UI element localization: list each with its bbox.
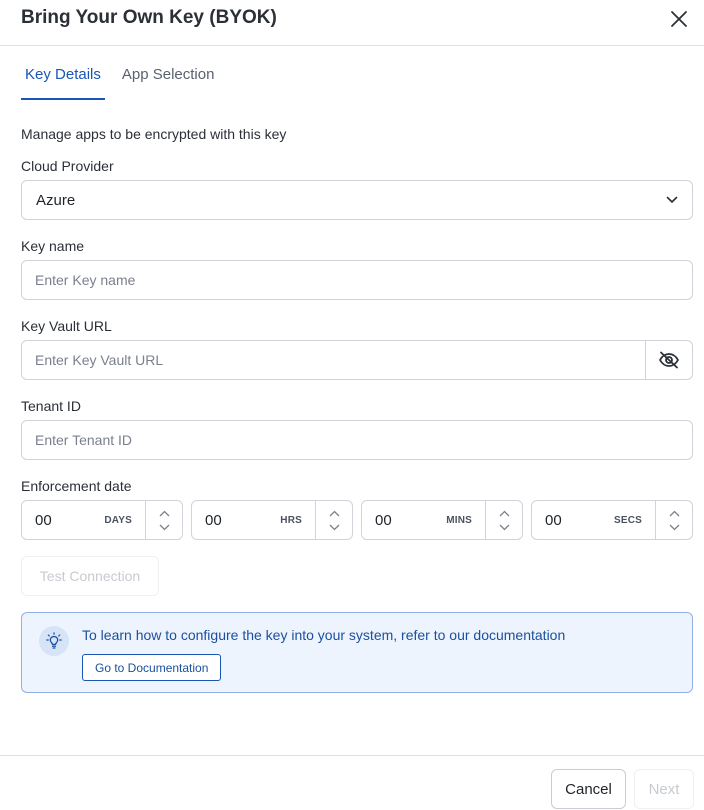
lightbulb-icon-wrap: [39, 626, 69, 656]
chevron-down-icon: [669, 524, 679, 530]
decrement-button[interactable]: [669, 522, 680, 532]
seconds-stepper[interactable]: 00 SECS: [531, 500, 693, 540]
key-vault-url-input[interactable]: [22, 341, 645, 379]
cloud-provider-select[interactable]: Azure: [21, 180, 693, 220]
stepper-arrows: [485, 501, 522, 539]
close-button[interactable]: [668, 8, 690, 30]
decrement-button[interactable]: [159, 522, 170, 532]
stepper-value[interactable]: 00: [362, 512, 446, 529]
stepper-unit: SECS: [613, 514, 642, 526]
key-vault-url-field: [21, 340, 693, 380]
decrement-button[interactable]: [499, 522, 510, 532]
stepper-value[interactable]: 00: [532, 512, 614, 529]
cloud-provider-label: Cloud Provider: [21, 158, 114, 174]
chevron-up-icon: [499, 510, 509, 516]
stepper-value[interactable]: 00: [22, 512, 104, 529]
chevron-down-icon: [666, 196, 678, 203]
stepper-arrows: [315, 501, 352, 539]
enforcement-date-fields: 00 DAYS 00 HRS 00 MINS 00 SECS: [21, 500, 693, 540]
chevron-down-icon: [499, 524, 509, 530]
test-connection-button[interactable]: Test Connection: [21, 556, 159, 596]
tab-bar: Key Details App Selection: [21, 58, 231, 100]
cancel-button[interactable]: Cancel: [551, 769, 626, 809]
cloud-provider-value: Azure: [36, 191, 76, 209]
hours-stepper[interactable]: 00 HRS: [191, 500, 353, 540]
form-description: Manage apps to be encrypted with this ke…: [21, 126, 287, 142]
chevron-up-icon: [669, 510, 679, 516]
callout-text: To learn how to configure the key into y…: [82, 627, 566, 643]
increment-button[interactable]: [669, 508, 680, 518]
increment-button[interactable]: [329, 508, 340, 518]
key-vault-url-label: Key Vault URL: [21, 318, 112, 334]
next-button[interactable]: Next: [634, 769, 694, 809]
tab-app-selection[interactable]: App Selection: [118, 58, 219, 100]
lightbulb-icon: [46, 632, 62, 649]
documentation-callout: To learn how to configure the key into y…: [21, 612, 693, 693]
toggle-visibility-button[interactable]: [645, 341, 692, 379]
stepper-unit: DAYS: [104, 514, 132, 526]
stepper-value[interactable]: 00: [192, 512, 280, 529]
eye-off-icon: [659, 351, 679, 369]
increment-button[interactable]: [499, 508, 510, 518]
go-to-documentation-button[interactable]: Go to Documentation: [82, 654, 222, 681]
stepper-unit: MINS: [446, 514, 472, 526]
decrement-button[interactable]: [329, 522, 340, 532]
increment-button[interactable]: [159, 508, 170, 518]
tenant-id-label: Tenant ID: [21, 398, 81, 414]
stepper-arrows: [145, 501, 182, 539]
stepper-arrows: [655, 501, 692, 539]
chevron-down-icon: [159, 524, 169, 530]
tab-key-details[interactable]: Key Details: [21, 58, 105, 100]
minutes-stepper[interactable]: 00 MINS: [361, 500, 523, 540]
chevron-up-icon: [159, 510, 169, 516]
tenant-id-input[interactable]: [21, 420, 693, 460]
key-name-label: Key name: [21, 238, 85, 254]
dialog-header: Bring Your Own Key (BYOK): [0, 0, 704, 46]
chevron-down-icon: [329, 524, 339, 530]
key-name-input[interactable]: [21, 260, 693, 300]
days-stepper[interactable]: 00 DAYS: [21, 500, 183, 540]
stepper-unit: HRS: [280, 514, 302, 526]
close-icon: [671, 11, 687, 27]
chevron-up-icon: [329, 510, 339, 516]
dialog-title: Bring Your Own Key (BYOK): [21, 7, 277, 28]
enforcement-date-label: Enforcement date: [21, 478, 132, 494]
dialog-footer: Cancel Next: [0, 755, 704, 810]
